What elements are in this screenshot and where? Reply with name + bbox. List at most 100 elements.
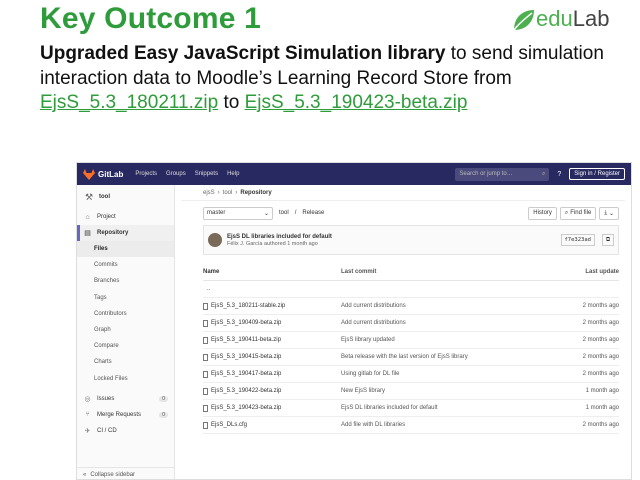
rocket-icon: ✈ <box>84 427 91 435</box>
sidebar-sub-files[interactable]: Files <box>77 241 174 258</box>
commit-message[interactable]: Beta release with the last version of Ej… <box>341 354 559 360</box>
last-update: 2 months ago <box>582 320 619 326</box>
file-icon <box>203 353 208 361</box>
commit-message[interactable]: Add current distributions <box>341 303 559 309</box>
last-update: 2 months ago <box>582 303 619 309</box>
latest-commit: EjsS DL libraries included for default F… <box>203 225 619 255</box>
commit-sha[interactable]: f7e323ad <box>560 234 595 246</box>
breadcrumb-ejss[interactable]: ejsS <box>203 190 215 196</box>
gitlab-logo[interactable]: GitLab <box>83 168 123 180</box>
branch-select[interactable]: master ⌄ <box>203 206 273 220</box>
sidebar-item-issues[interactable]: ◎ Issues 0 <box>77 391 174 407</box>
search-icon: ⌕ <box>564 209 569 216</box>
help-icon[interactable]: ? <box>557 171 561 178</box>
avatar[interactable] <box>208 233 222 247</box>
sidebar-sub-locked-files[interactable]: Locked Files <box>77 371 174 387</box>
commit-message[interactable]: Add file with DL libraries <box>341 422 559 428</box>
book-icon: ▤ <box>84 230 91 237</box>
collapse-sidebar-button[interactable]: «Collapse sidebar <box>77 467 175 479</box>
file-name[interactable]: EjsS_5.3_190423-beta.zip <box>211 405 281 411</box>
main-content: ejsS › tool › Repository master ⌄ tool / Rel… <box>175 185 631 479</box>
slide: Key Outcome 1 eduLab Upgraded Easy JavaS… <box>0 0 640 480</box>
nav-projects[interactable]: Projects <box>135 171 157 177</box>
find-file-button[interactable]: ⌕ Find file <box>559 206 597 220</box>
file-name[interactable]: EjsS_5.3_190415-beta.zip <box>211 354 281 360</box>
chevron-down-icon: ⌄ <box>263 210 269 217</box>
last-update: 2 months ago <box>582 422 619 428</box>
history-button[interactable]: History <box>528 206 557 220</box>
sidebar-item-repository[interactable]: ▤ Repository <box>77 225 174 241</box>
sidebar-sub-commits[interactable]: Commits <box>77 257 174 273</box>
sidebar-item-cicd[interactable]: ✈ CI / CD <box>77 423 174 439</box>
commit-message[interactable]: EjsS library updated <box>341 337 559 343</box>
merge-icon: ⑂ <box>85 411 90 419</box>
file-name[interactable]: EjsS_5.3_190409-beta.zip <box>211 320 281 326</box>
gitlab-header: GitLab Projects Groups Snippets Help Sea… <box>77 163 631 185</box>
table-row-parent[interactable]: .. <box>203 281 619 298</box>
sidebar: ⚒ tool ⌂ Project ▤ Repository Files Commit… <box>77 185 175 479</box>
body-part-2: to <box>218 92 245 113</box>
project-header[interactable]: ⚒ tool <box>77 185 174 209</box>
commit-message[interactable]: EjsS DL libraries included for default <box>341 405 559 411</box>
body-bold: Upgraded Easy JavaScript Simulation libr… <box>40 43 446 64</box>
table-row[interactable]: EjsS_5.3_190409-beta.zip Add current dist… <box>203 315 619 332</box>
sign-in-button[interactable]: Sign in / Register <box>569 168 625 180</box>
commit-message[interactable]: Add current distributions <box>341 320 559 326</box>
search-input[interactable]: Search or jump to… ⌕ <box>455 167 550 181</box>
file-name[interactable]: EjsS_5.3_190417-beta.zip <box>211 371 281 377</box>
file-name[interactable]: EjsS_5.3_190422-beta.zip <box>211 388 281 394</box>
file-icon <box>203 404 208 412</box>
sidebar-sub-compare[interactable]: Compare <box>77 338 174 354</box>
slide-title: Key Outcome 1 <box>40 2 262 35</box>
link-from-zip[interactable]: EjsS_5.3_180211.zip <box>40 92 218 113</box>
table-row[interactable]: EjsS_5.3_190417-beta.zip Using gitlab for… <box>203 366 619 383</box>
issues-count-badge: 0 <box>159 395 168 402</box>
double-chevron-left-icon: « <box>83 471 87 478</box>
table-row[interactable]: EjsS_5.3_180211-stable.zip Add current di… <box>203 298 619 315</box>
file-name[interactable]: EjsS_5.3_190411-beta.zip <box>211 337 281 343</box>
gitlab-screenshot: GitLab Projects Groups Snippets Help Sea… <box>76 162 632 480</box>
mr-count-badge: 0 <box>159 411 168 418</box>
sidebar-sub-contributors[interactable]: Contributors <box>77 306 174 322</box>
table-row[interactable]: EjsS_DLs.cfg Add file with DL libraries 2 … <box>203 417 619 434</box>
last-update: 1 month ago <box>585 405 619 411</box>
last-update: 2 months ago <box>582 337 619 343</box>
nav-snippets[interactable]: Snippets <box>195 171 218 177</box>
gitlab-nav: Projects Groups Snippets Help <box>135 171 239 177</box>
sidebar-item-merge-requests[interactable]: ⑂ Merge Requests 0 <box>77 407 174 423</box>
sidebar-item-project[interactable]: ⌂ Project <box>77 209 174 225</box>
download-button[interactable]: ⤓ ⌄ <box>599 206 619 220</box>
file-name[interactable]: EjsS_5.3_180211-stable.zip <box>211 303 285 309</box>
file-icon <box>203 302 208 310</box>
last-update: 2 months ago <box>582 371 619 377</box>
last-update: 2 months ago <box>582 354 619 360</box>
sidebar-sub-branches[interactable]: Branches <box>77 273 174 289</box>
path-tool[interactable]: tool <box>279 210 289 216</box>
sidebar-sub-graph[interactable]: Graph <box>77 322 174 338</box>
sidebar-sub-tags[interactable]: Tags <box>77 290 174 306</box>
table-row[interactable]: EjsS_5.3_190422-beta.zip New EjsS library… <box>203 383 619 400</box>
file-icon <box>203 336 208 344</box>
table-row[interactable]: EjsS_5.3_190415-beta.zip Beta release wit… <box>203 349 619 366</box>
link-to-zip[interactable]: EjsS_5.3_190423-beta.zip <box>245 92 468 113</box>
file-name[interactable]: EjsS_DLs.cfg <box>211 422 247 428</box>
commit-title[interactable]: EjsS DL libraries included for default <box>227 234 332 240</box>
chevron-down-icon: ⌄ <box>608 210 614 217</box>
file-icon <box>203 421 208 429</box>
nav-help[interactable]: Help <box>227 171 239 177</box>
file-icon <box>203 387 208 395</box>
last-update: 1 month ago <box>585 388 619 394</box>
table-row[interactable]: EjsS_5.3_190423-beta.zip EjsS DL librarie… <box>203 400 619 417</box>
nav-groups[interactable]: Groups <box>166 171 186 177</box>
issues-icon: ◎ <box>84 395 91 403</box>
sidebar-sub-charts[interactable]: Charts <box>77 354 174 370</box>
commit-message[interactable]: Using gitlab for DL file <box>341 371 559 377</box>
copy-icon[interactable]: ⧉ <box>602 234 614 246</box>
tool-icon: ⚒ <box>84 192 94 202</box>
breadcrumb-tool[interactable]: tool <box>223 190 233 196</box>
breadcrumb-repository[interactable]: Repository <box>240 190 271 196</box>
commit-message[interactable]: New EjsS library <box>341 388 559 394</box>
table-row[interactable]: EjsS_5.3_190411-beta.zip EjsS library upd… <box>203 332 619 349</box>
leaf-icon <box>513 10 534 31</box>
body-text: Upgraded Easy JavaScript Simulation libr… <box>40 42 620 116</box>
